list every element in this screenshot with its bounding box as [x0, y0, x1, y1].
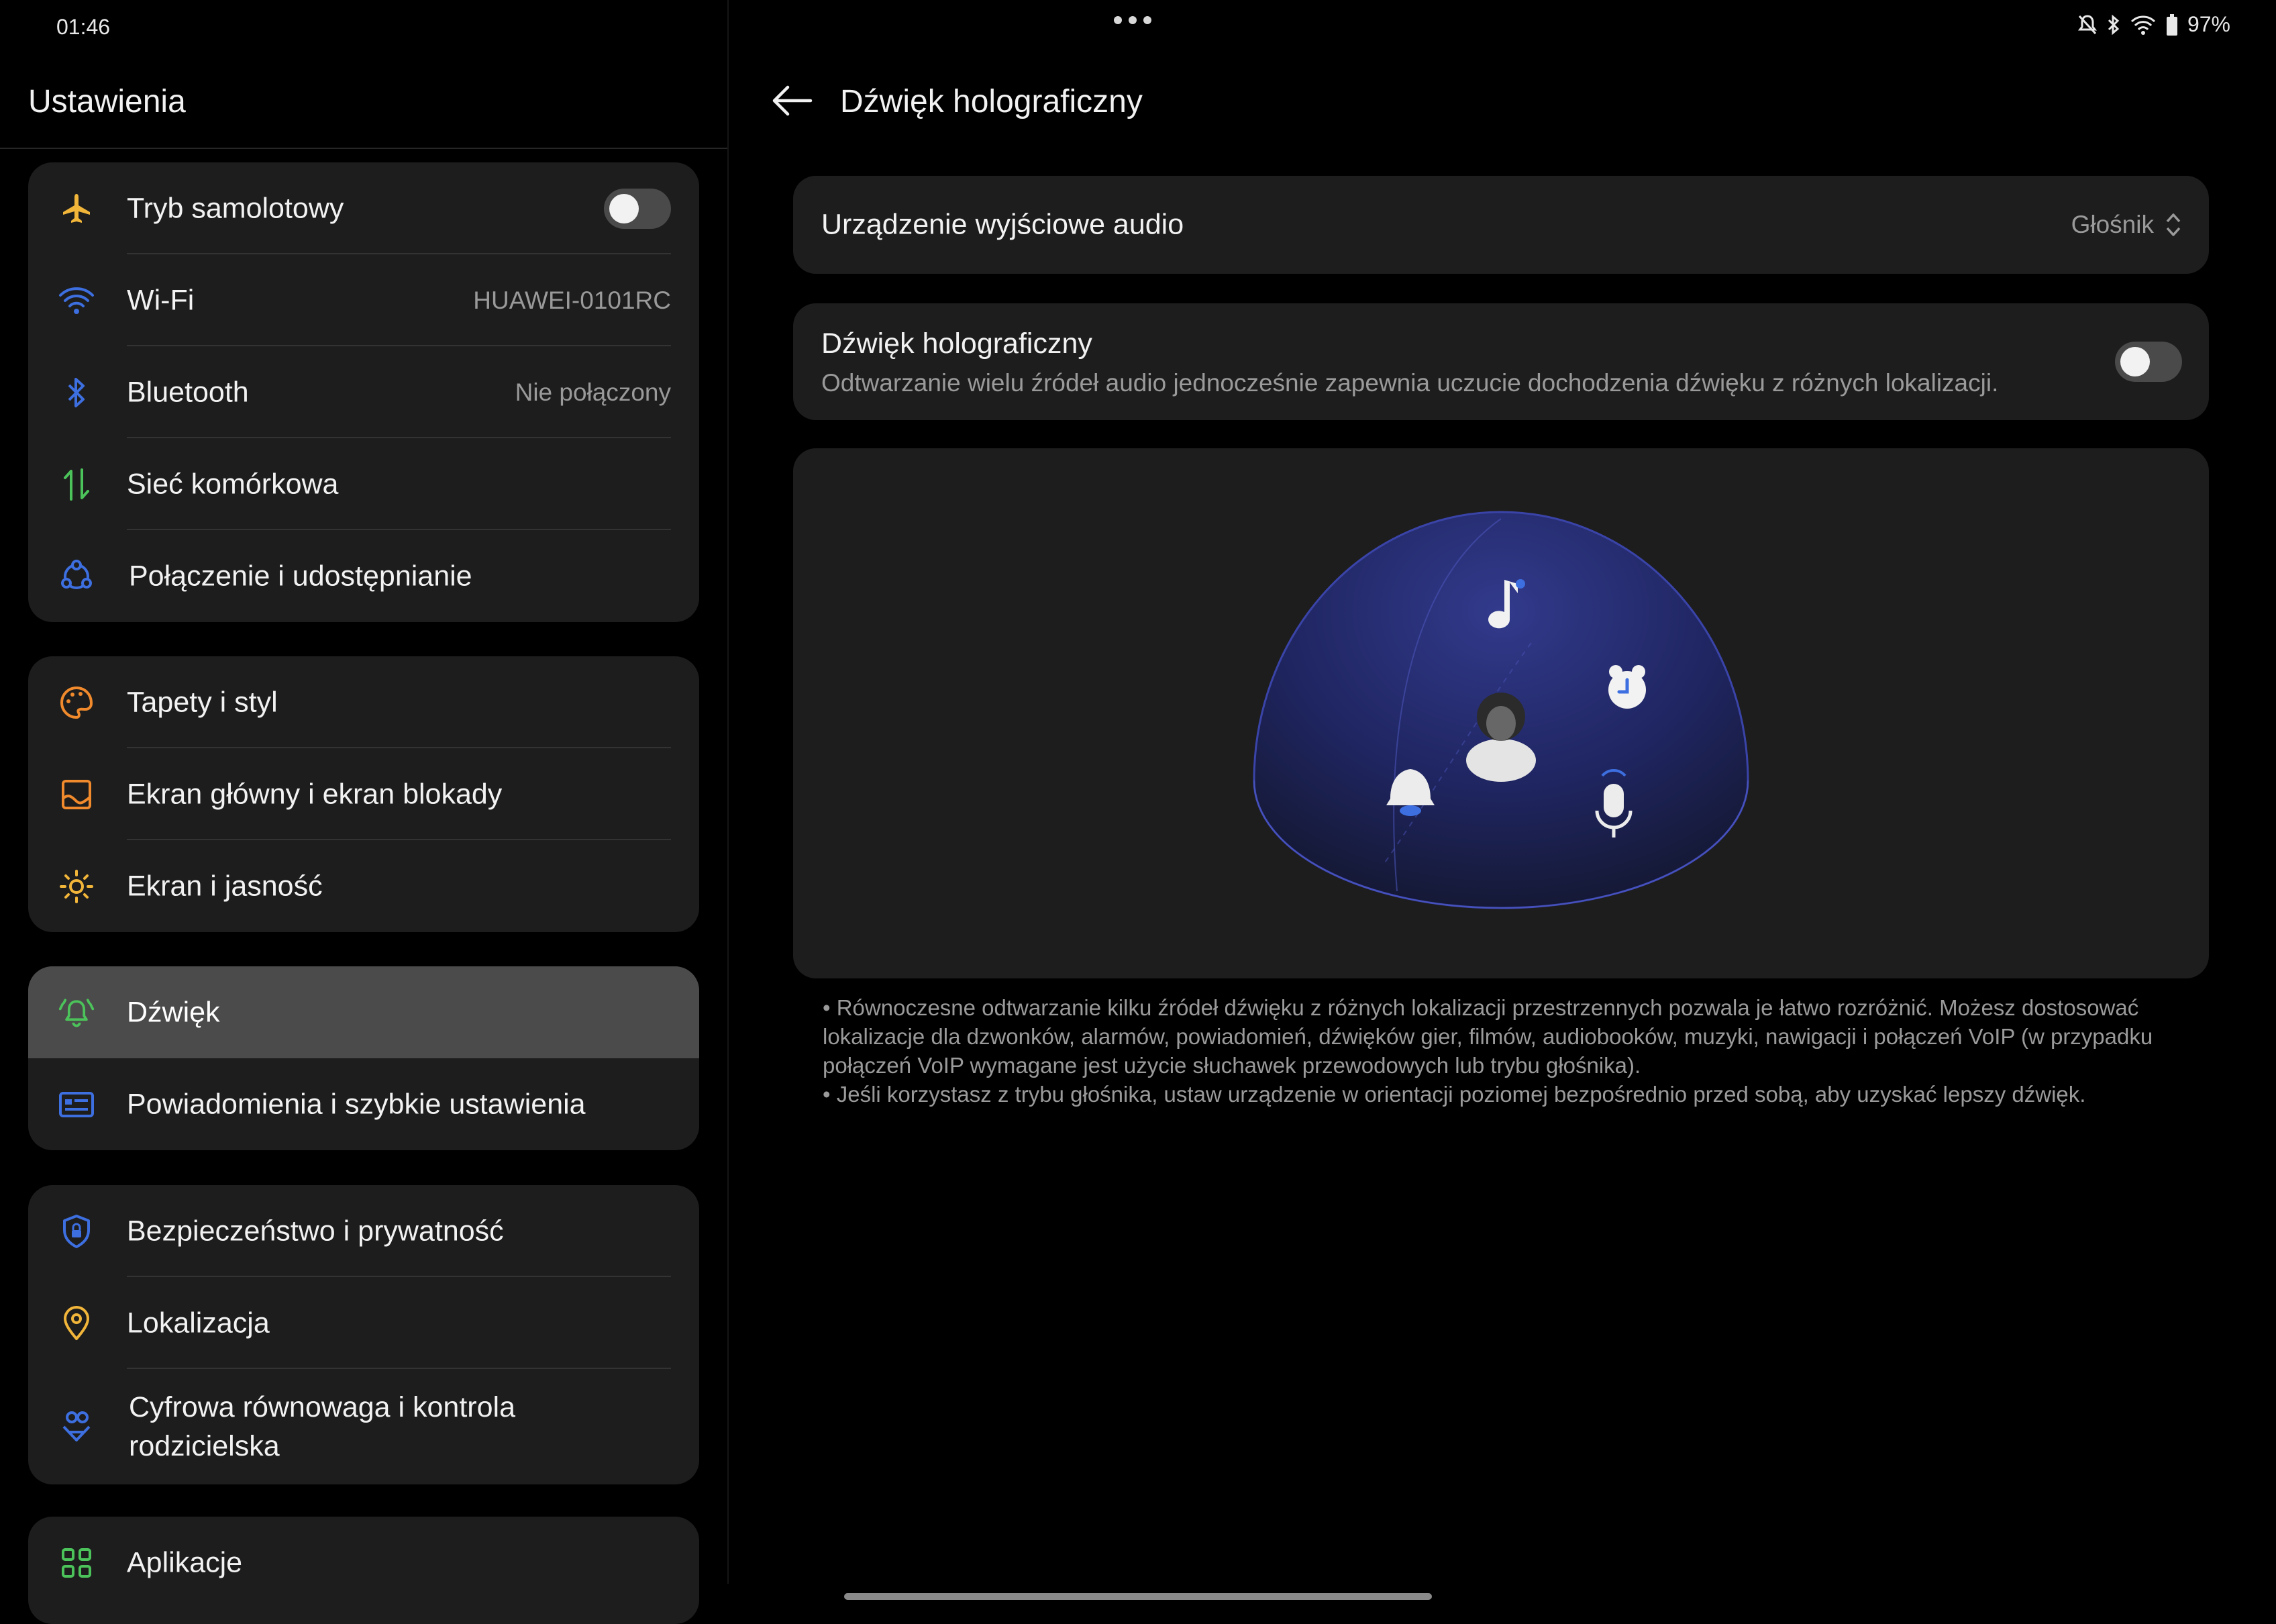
- home-gesture-bar[interactable]: [844, 1593, 1432, 1600]
- sidebar-item-mobile-network[interactable]: Sieć komórkowa: [28, 438, 699, 530]
- holographic-sound-row[interactable]: Dźwięk holograficzny Odtwarzanie wielu ź…: [793, 303, 2209, 420]
- holographic-sound-toggle[interactable]: [2115, 342, 2182, 382]
- back-arrow-icon: [772, 85, 813, 116]
- info-paragraph: • Jeśli korzystasz z trybu głośnika, ust…: [823, 1082, 2086, 1107]
- audio-output-dropdown[interactable]: Głośnik: [2071, 211, 2182, 239]
- airplane-icon: [58, 190, 95, 227]
- battery-icon: [2166, 13, 2177, 36]
- sidebar-item-wallpaper-style[interactable]: Tapety i styl: [28, 656, 699, 748]
- sidebar-item-label: Ekran główny i ekran blokady: [127, 778, 503, 810]
- back-button[interactable]: [770, 82, 813, 119]
- sidebar-item-label: Dźwięk: [127, 996, 220, 1028]
- sidebar-item-label: Tapety i styl: [127, 686, 278, 718]
- sidebar-item-label: Cyfrowa równowaga i kontrola rodzicielsk…: [129, 1391, 515, 1462]
- status-time: 01:46: [56, 15, 111, 39]
- sidebar-item-sound[interactable]: Dźwięk: [28, 966, 699, 1058]
- sidebar-item-bluetooth[interactable]: Bluetooth Nie połączony: [28, 346, 699, 438]
- header-divider: [0, 148, 727, 149]
- sidebar-item-label: Lokalizacja: [127, 1307, 270, 1339]
- brightness-icon: [58, 868, 95, 905]
- shield-icon: [58, 1213, 95, 1250]
- sidebar-item-airplane-mode[interactable]: Tryb samolotowy: [28, 162, 699, 254]
- sidebar-item-label: Aplikacje: [127, 1546, 243, 1578]
- page-title: Dźwięk holograficzny: [840, 84, 1143, 119]
- sidebar-item-label: Sieć komórkowa: [127, 468, 339, 500]
- home-lock-screen-icon: [58, 776, 95, 813]
- holographic-sound-info: • Równoczesne odtwarzanie kilku źródeł d…: [823, 993, 2205, 1109]
- sidebar-item-label: Tryb samolotowy: [127, 192, 344, 224]
- settings-group-connectivity: Tryb samolotowy Wi-Fi HUAWEI-0101RC Blue…: [28, 162, 699, 622]
- sound-bell-icon: [58, 994, 95, 1031]
- settings-group-apps: Aplikacje: [28, 1517, 699, 1624]
- status-icons: 97%: [2077, 12, 2230, 37]
- bluetooth-status-icon: [2108, 14, 2120, 35]
- digital-wellbeing-icon: [58, 1408, 95, 1445]
- sidebar-item-security-privacy[interactable]: Bezpieczeństwo i prywatność: [28, 1185, 699, 1277]
- holographic-sound-description: Odtwarzanie wielu źródeł audio jednocześ…: [821, 369, 1999, 397]
- alarm-clock-icon: [1608, 665, 1646, 709]
- settings-group-privacy: Bezpieczeństwo i prywatność Lokalizacja …: [28, 1185, 699, 1484]
- sidebar-item-apps[interactable]: Aplikacje: [28, 1517, 699, 1609]
- settings-group-display: Tapety i styl Ekran główny i ekran bloka…: [28, 656, 699, 932]
- palette-icon: [58, 684, 95, 721]
- sidebar-item-home-lock-screen[interactable]: Ekran główny i ekran blokady: [28, 748, 699, 840]
- wifi-network-name: HUAWEI-0101RC: [473, 286, 671, 314]
- sidebar-item-label: Bluetooth: [127, 376, 249, 408]
- sidebar-item-label: Powiadomienia i szybkie ustawienia: [127, 1088, 586, 1120]
- sidebar-item-notifications[interactable]: Powiadomienia i szybkie ustawienia: [28, 1058, 699, 1150]
- holographic-illustration-card: [793, 448, 2209, 978]
- audio-output-row[interactable]: Urządzenie wyjściowe audio Głośnik: [793, 176, 2209, 274]
- audio-output-label: Urządzenie wyjściowe audio: [821, 208, 1184, 241]
- notifications-icon: [58, 1086, 95, 1123]
- pane-divider: [727, 0, 729, 1584]
- location-pin-icon: [58, 1305, 95, 1342]
- sidebar-item-label: Bezpieczeństwo i prywatność: [127, 1215, 504, 1247]
- sidebar-item-display-brightness[interactable]: Ekran i jasność: [28, 840, 699, 932]
- sidebar-item-location[interactable]: Lokalizacja: [28, 1277, 699, 1369]
- sidebar-item-label: Połączenie i udostępnianie: [129, 560, 472, 592]
- info-paragraph: • Równoczesne odtwarzanie kilku źródeł d…: [823, 995, 2153, 1078]
- wifi-icon: [58, 282, 95, 319]
- battery-percent: 97%: [2187, 12, 2230, 36]
- sidebar-item-digital-balance[interactable]: Cyfrowa równowaga i kontrola rodzicielsk…: [28, 1369, 699, 1484]
- more-dots-icon[interactable]: [1114, 16, 1151, 24]
- sidebar-item-label: Wi-Fi: [127, 284, 195, 316]
- mobile-data-icon: [58, 466, 95, 503]
- airplane-mode-toggle[interactable]: [604, 188, 671, 229]
- sidebar-item-label: Ekran i jasność: [127, 870, 323, 902]
- mute-bell-icon: [2077, 14, 2097, 34]
- audio-output-value: Głośnik: [2071, 211, 2154, 238]
- bluetooth-status: Nie połączony: [515, 378, 671, 406]
- chevron-updown-icon: [2166, 213, 2181, 236]
- settings-title: Ustawienia: [28, 84, 186, 119]
- sidebar-item-wifi[interactable]: Wi-Fi HUAWEI-0101RC: [28, 254, 699, 346]
- bluetooth-icon: [58, 374, 95, 411]
- sidebar-item-connection-sharing[interactable]: Połączenie i udostępnianie: [28, 530, 699, 622]
- wifi-status-icon: [2130, 15, 2156, 35]
- holographic-dome-illustration: [1253, 511, 1749, 909]
- holographic-sound-title: Dźwięk holograficzny: [821, 327, 1092, 360]
- apps-grid-icon: [58, 1544, 95, 1582]
- settings-group-sound: Dźwięk Powiadomienia i szybkie ustawieni…: [28, 966, 699, 1150]
- connection-sharing-icon: [58, 558, 95, 595]
